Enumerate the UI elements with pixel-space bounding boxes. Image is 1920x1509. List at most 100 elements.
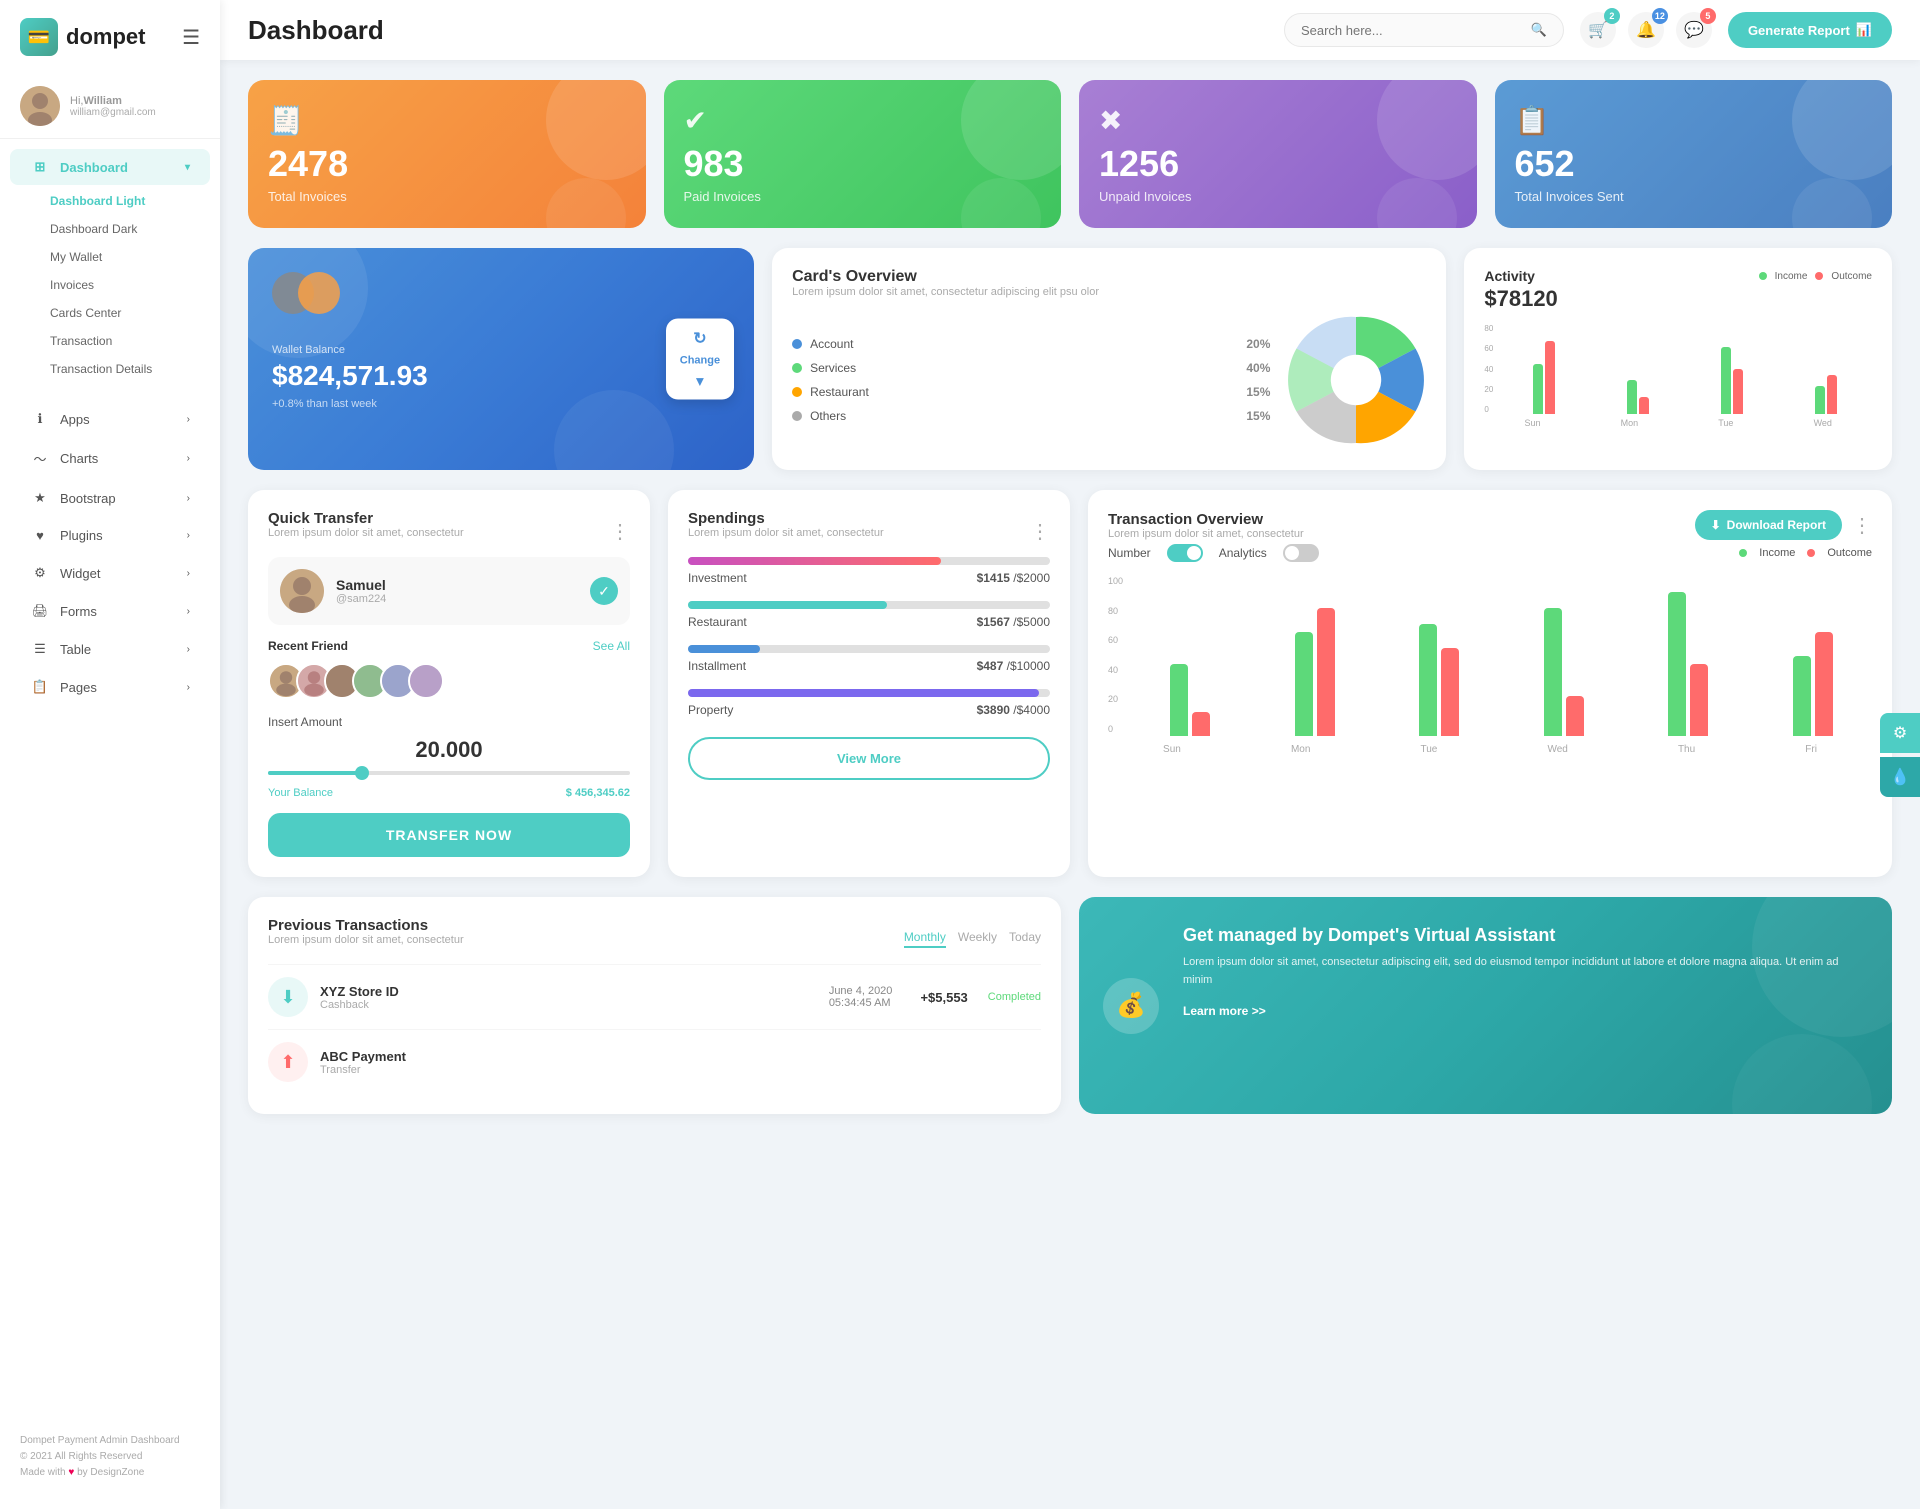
quick-transfer-card: Quick Transfer Lorem ipsum dolor sit ame… — [248, 490, 650, 877]
va-icon: 💰 — [1103, 978, 1159, 1034]
see-all-link[interactable]: See All — [593, 639, 630, 653]
sidebar-item-apps[interactable]: ℹ Apps › — [10, 401, 210, 437]
paid-invoices-icon: ✔ — [684, 104, 1042, 137]
sidebar-item-table[interactable]: ☰ Table › — [10, 631, 210, 667]
va-learn-more-link[interactable]: Learn more >> — [1183, 1004, 1266, 1018]
chevron-right-icon: › — [187, 568, 190, 579]
tx-row-icon-2: ⬆ — [268, 1042, 308, 1082]
chevron-right-icon: › — [187, 453, 190, 464]
number-toggle[interactable] — [1167, 544, 1203, 562]
sub-item-cards-center[interactable]: Cards Center — [0, 299, 220, 327]
generate-report-button[interactable]: Generate Report 📊 — [1728, 12, 1892, 48]
sidebar-item-dashboard[interactable]: ⊞ Dashboard ▾ — [10, 149, 210, 185]
spendings-menu-icon[interactable]: ⋮ — [1030, 519, 1050, 544]
sidebar-label-bootstrap: Bootstrap — [60, 491, 116, 506]
stat-card-unpaid-invoices: ✖ 1256 Unpaid Invoices — [1079, 80, 1477, 228]
va-desc: Lorem ipsum dolor sit amet, consectetur … — [1183, 954, 1864, 989]
sidebar-item-forms[interactable]: 🖨 Forms › — [10, 593, 210, 629]
sub-item-dashboard-light[interactable]: Dashboard Light — [0, 187, 220, 215]
unpaid-invoices-label: Unpaid Invoices — [1099, 189, 1457, 204]
transaction-row-2: ⬆ ABC Payment Transfer — [268, 1029, 1041, 1094]
quick-transfer-desc: Lorem ipsum dolor sit amet, consectetur — [268, 527, 464, 539]
cards-overview-card: Card's Overview Lorem ipsum dolor sit am… — [772, 248, 1446, 470]
transfer-user: Samuel @sam224 ✓ — [268, 557, 630, 625]
shopping-icon-btn[interactable]: 🛒 2 — [1580, 12, 1616, 48]
unpaid-invoices-icon: ✖ — [1099, 104, 1457, 137]
tx-row-icon: ⬇ — [268, 977, 308, 1017]
tx-overview-desc: Lorem ipsum dolor sit amet, consectetur — [1108, 528, 1304, 540]
spendings-card: Spendings Lorem ipsum dolor sit amet, co… — [668, 490, 1070, 877]
sub-item-invoices[interactable]: Invoices — [0, 271, 220, 299]
recent-friend-label: Recent Friend — [268, 639, 348, 653]
logo-text: dompet — [66, 24, 145, 50]
sent-invoices-icon: 📋 — [1515, 104, 1873, 137]
main-content: Dashboard 🔍 🛒 2 🔔 12 💬 5 Generate Report… — [220, 0, 1920, 1509]
quick-transfer-menu-icon[interactable]: ⋮ — [610, 519, 630, 544]
chevron-right-icon: › — [187, 606, 190, 617]
total-invoices-label: Total Invoices — [268, 189, 626, 204]
sidebar-item-charts[interactable]: 〜 Charts › — [10, 439, 210, 478]
tx-overview-menu-icon[interactable]: ⋮ — [1852, 513, 1872, 538]
wallet-card: Wallet Balance $824,571.93 +0.8% than la… — [248, 248, 754, 470]
sub-item-transaction[interactable]: Transaction — [0, 327, 220, 355]
tx-bar-chart: 100806040200 — [1108, 576, 1872, 736]
activity-amount: $78120 — [1484, 286, 1872, 312]
plugins-icon: ♥ — [30, 528, 50, 543]
transfer-avatar — [280, 569, 324, 613]
chevron-right-icon: › — [187, 493, 190, 504]
spendings-title: Spendings — [688, 510, 884, 527]
download-report-button[interactable]: ⬇ Download Report — [1695, 510, 1842, 540]
sidebar-item-bootstrap[interactable]: ★ Bootstrap › — [10, 480, 210, 516]
search-bar: 🔍 — [1284, 13, 1564, 47]
analytics-label: Analytics — [1219, 546, 1267, 560]
tab-today[interactable]: Today — [1009, 930, 1041, 948]
analytics-toggle[interactable] — [1283, 544, 1319, 562]
content-area: 🧾 2478 Total Invoices ✔ 983 Paid Invoice… — [220, 60, 1920, 1509]
sidebar-item-pages[interactable]: 📋 Pages › — [10, 669, 210, 705]
transfer-now-button[interactable]: TRANSFER NOW — [268, 813, 630, 857]
chevron-right-icon: › — [187, 644, 190, 655]
tab-weekly[interactable]: Weekly — [958, 930, 997, 948]
amount-slider-track[interactable] — [268, 771, 630, 775]
view-more-button[interactable]: View More — [688, 737, 1050, 780]
chevron-right-icon: › — [187, 414, 190, 425]
stat-card-paid-invoices: ✔ 983 Paid Invoices — [664, 80, 1062, 228]
right-float-panel: ⚙ 💧 — [1880, 713, 1920, 797]
tab-monthly[interactable]: Monthly — [904, 930, 946, 948]
chat-icon-btn[interactable]: 💬 5 — [1676, 12, 1712, 48]
chevron-right-icon: › — [187, 530, 190, 541]
float-settings-button[interactable]: ⚙ — [1880, 713, 1920, 753]
sidebar-label-plugins: Plugins — [60, 528, 103, 543]
sidebar-item-widget[interactable]: ⚙ Widget › — [10, 555, 210, 591]
balance-label: Your Balance — [268, 787, 333, 799]
sidebar-item-plugins[interactable]: ♥ Plugins › — [10, 518, 210, 553]
activity-title: Activity — [1484, 268, 1535, 284]
spending-installment: Installment$487 /$10000 — [688, 645, 1050, 673]
friends-list — [268, 663, 630, 699]
change-button[interactable]: ↻ Change ▾ — [666, 319, 734, 400]
hamburger-menu[interactable]: ☰ — [182, 25, 200, 50]
search-icon: 🔍 — [1531, 22, 1547, 38]
paid-invoices-label: Paid Invoices — [684, 189, 1042, 204]
sub-item-transaction-details[interactable]: Transaction Details — [0, 355, 220, 383]
transaction-overview-card: Transaction Overview Lorem ipsum dolor s… — [1088, 490, 1892, 877]
header: Dashboard 🔍 🛒 2 🔔 12 💬 5 Generate Report… — [220, 0, 1920, 60]
float-drop-button[interactable]: 💧 — [1880, 757, 1920, 797]
bell-icon-btn[interactable]: 🔔 12 — [1628, 12, 1664, 48]
bootstrap-icon: ★ — [30, 490, 50, 506]
overview-title: Card's Overview — [792, 268, 1426, 286]
check-icon: ✓ — [590, 577, 618, 605]
total-invoices-icon: 🧾 — [268, 104, 626, 137]
stat-card-sent-invoices: 📋 652 Total Invoices Sent — [1495, 80, 1893, 228]
spendings-desc: Lorem ipsum dolor sit amet, consectetur — [688, 527, 884, 539]
stat-card-total-invoices: 🧾 2478 Total Invoices — [248, 80, 646, 228]
tx-row-sub: Cashback — [320, 999, 399, 1011]
tx-toggle-row: Number Analytics Income Outcome — [1108, 544, 1872, 562]
search-input[interactable] — [1301, 23, 1523, 38]
charts-icon: 〜 — [30, 449, 50, 468]
sub-item-my-wallet[interactable]: My Wallet — [0, 243, 220, 271]
chevron-down-icon: ▾ — [185, 162, 190, 173]
sub-item-dashboard-dark[interactable]: Dashboard Dark — [0, 215, 220, 243]
spending-investment: Investment$1415 /$2000 — [688, 557, 1050, 585]
stat-cards: 🧾 2478 Total Invoices ✔ 983 Paid Invoice… — [248, 80, 1892, 228]
